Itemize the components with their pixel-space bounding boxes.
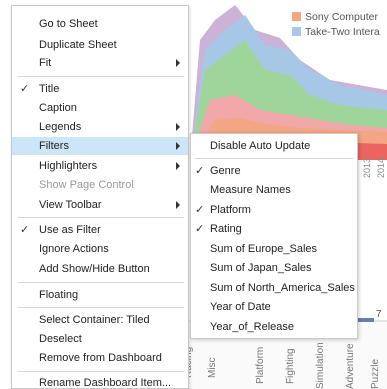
submenu-item-label: Sum of Japan_Sales [210,262,312,274]
filters-submenu: Disable Auto Update ✓ Genre Measure Names… [190,133,358,339]
submenu-item-europe-sales[interactable]: Sum of Europe_Sales [191,240,357,258]
menu-item-view-toolbar[interactable]: View Toolbar [12,196,188,214]
menu-item-highlighters[interactable]: Highlighters [12,157,188,175]
legend-label: Take-Two Intera [305,25,380,38]
legend-item: Take-Two Intera [292,24,380,39]
submenu-item-platform[interactable]: ✓ Platform [191,201,357,219]
menu-item-label: Caption [39,102,77,114]
submenu-arrow-icon [176,123,180,131]
menu-item-label: Highlighters [39,160,98,172]
menu-item-label: Select Container: Tiled [39,314,150,326]
menu-item-caption[interactable]: Caption [12,99,188,117]
submenu-arrow-icon [176,142,180,150]
x-axis-label: Misc [207,357,218,378]
checkmark-icon: ✓ [20,83,30,95]
menu-item-deselect[interactable]: Deselect [12,330,188,348]
submenu-item-label: Sum of Europe_Sales [210,243,318,255]
menu-item-rename-dashboard-item[interactable]: Rename Dashboard Item... [12,374,188,389]
x-axis-label: Puzzle [370,358,381,389]
menu-item-label: Filters [39,140,69,152]
submenu-item-genre[interactable]: ✓ Genre [191,162,357,180]
submenu-item-label: Genre [210,165,241,177]
menu-item-floating[interactable]: Floating [12,286,188,304]
menu-item-use-as-filter[interactable]: ✓ Use as Filter [12,221,188,239]
menu-item-filters[interactable]: Filters [12,137,188,155]
submenu-arrow-icon [176,201,180,209]
x-axis-label: Platform [255,346,266,384]
menu-item-add-show-hide-button[interactable]: Add Show/Hide Button [12,260,188,278]
menu-item-label: Legends [39,121,82,133]
submenu-item-japan-sales[interactable]: Sum of Japan_Sales [191,259,357,277]
checkmark-icon: ✓ [20,224,30,236]
submenu-item-label: Rating [210,223,242,235]
submenu-item-label: Sum of North_America_Sales [210,282,355,294]
menu-item-label: Title [39,83,60,95]
menu-item-label: Remove from Dashboard [39,352,162,364]
menu-item-label: Go to Sheet [39,18,98,30]
submenu-item-label: Platform [210,204,251,216]
menu-item-label: Use as Filter [39,224,101,236]
submenu-item-year-of-release[interactable]: Year_of_Release [191,318,357,336]
x-axis-label: Adventure [345,343,356,389]
submenu-item-north-america-sales[interactable]: Sum of North_America_Sales [191,279,357,297]
checkmark-icon: ✓ [195,204,205,216]
legend-swatch-icon [292,12,301,21]
menu-item-label: Floating [39,289,79,301]
submenu-item-disable-auto-update[interactable]: Disable Auto Update [191,137,357,155]
submenu-item-label: Measure Names [210,184,291,196]
menu-item-fit[interactable]: Fit [12,54,188,72]
dashboard-context-menu: Go to Sheet Duplicate Sheet Fit ✓ Title C… [11,5,189,389]
year-label: 2013 [362,157,372,178]
checkmark-icon: ✓ [195,165,205,177]
submenu-item-rating[interactable]: ✓ Rating [191,220,357,238]
submenu-item-label: Year_of_Release [210,321,294,333]
menu-item-label: Ignore Actions [39,243,109,255]
menu-item-legends[interactable]: Legends [12,118,188,136]
menu-item-label: Fit [39,57,52,69]
menu-separator [18,371,184,372]
menu-separator [18,282,184,283]
menu-item-label: Duplicate Sheet [39,39,117,51]
menu-item-duplicate-sheet[interactable]: Duplicate Sheet [12,36,188,54]
menu-item-label: Rename Dashboard Item... [39,377,172,389]
legend-label: Sony Computer [305,10,378,23]
checkmark-icon: ✓ [195,223,205,235]
submenu-item-measure-names[interactable]: Measure Names [191,181,357,199]
menu-item-remove-from-dashboard[interactable]: Remove from Dashboard [12,349,188,367]
menu-item-go-to-sheet[interactable]: Go to Sheet [12,15,188,33]
submenu-separator [195,158,353,159]
menu-separator [18,217,184,218]
menu-item-label: View Toolbar [39,199,102,211]
submenu-arrow-icon [176,59,180,67]
menu-separator [18,76,184,77]
menu-item-ignore-actions[interactable]: Ignore Actions [12,240,188,258]
menu-item-select-container[interactable]: Select Container: Tiled [12,311,188,329]
x-axis-label: Fighting [285,348,296,384]
data-label: 7 [376,309,382,320]
submenu-item-label: Disable Auto Update [210,140,311,152]
year-label: 2014 [376,157,386,178]
legend-swatch-icon [292,27,301,36]
menu-item-label: Deselect [39,333,82,345]
menu-item-label: Add Show/Hide Button [39,263,150,275]
legend-item: Sony Computer [292,9,380,24]
submenu-arrow-icon [176,162,180,170]
tiny-bar [358,318,374,322]
submenu-item-year-of-date[interactable]: Year of Date [191,298,357,316]
x-axis-label: Simulation [315,342,326,389]
menu-item-label: Show Page Control [39,179,134,191]
chart-legend: Sony Computer Take-Two Intera [292,9,380,39]
menu-item-show-page-control: Show Page Control [12,176,188,194]
menu-item-title[interactable]: ✓ Title [12,80,188,98]
menu-separator [18,307,184,308]
submenu-item-label: Year of Date [210,301,271,313]
